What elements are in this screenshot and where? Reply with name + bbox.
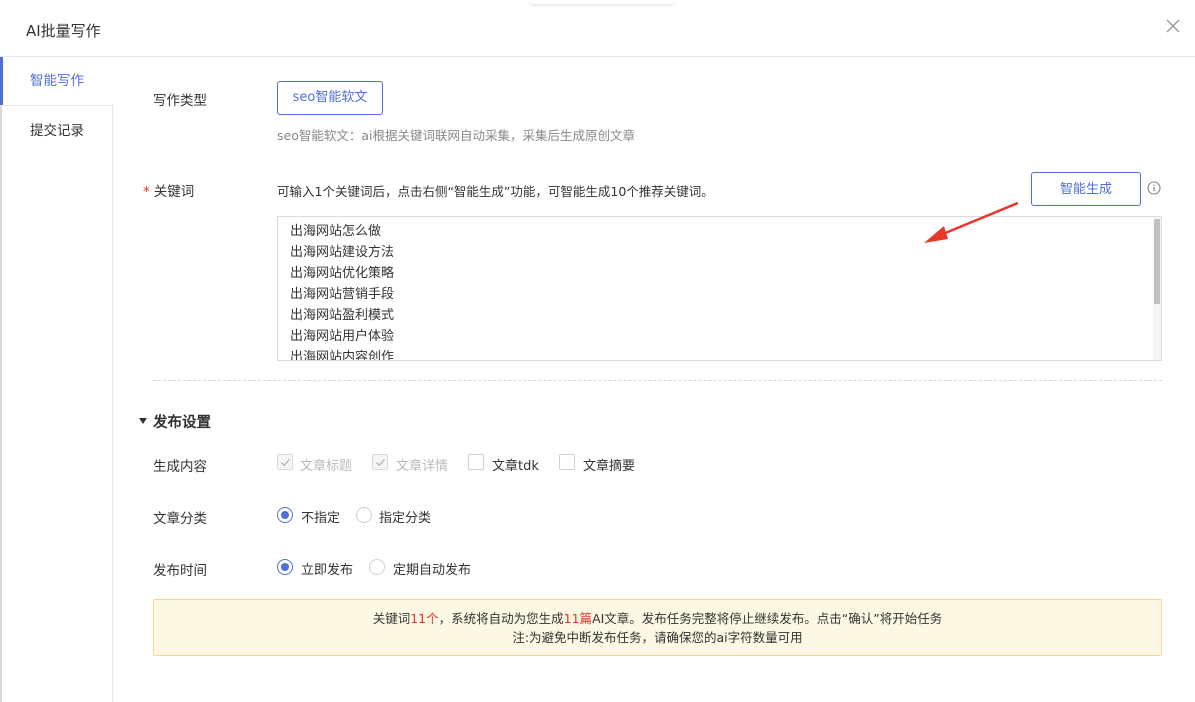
keywords-textarea[interactable]: 出海网站怎么做 出海网站建设方法 出海网站优化策略 出海网站营销手段 出海网站盈…: [277, 216, 1162, 361]
publish-settings-title: 发布设置: [153, 415, 211, 431]
checkbox-label: 文章摘要: [583, 459, 636, 474]
radio-unspecified[interactable]: [277, 507, 293, 523]
seo-article-type-button[interactable]: seo智能软文: [277, 81, 383, 115]
check-icon: [375, 458, 386, 467]
keyword-line: 出海网站内容创作: [290, 350, 395, 361]
keywords-hint: 可输入1个关键词后，点击右侧“智能生成”功能，可智能生成10个推荐关键词。: [277, 184, 714, 199]
notice-line-2: 注:为避免中断发布任务，请确保您的ai字符数量可用: [512, 630, 803, 645]
publish-settings-toggle[interactable]: 发布设置: [139, 411, 211, 432]
checkbox-article-tdk[interactable]: [468, 454, 484, 470]
task-notice: 关键词11个，系统将自动为您生成11篇AI文章。发布任务完整将停止继续发布。点击…: [153, 599, 1162, 656]
close-icon[interactable]: [1165, 18, 1181, 34]
radio-label: 立即发布: [301, 563, 354, 578]
content-label: 生成内容: [153, 459, 207, 475]
checkbox-label: 文章tdk: [492, 459, 539, 474]
keyword-line: 出海网站建设方法: [290, 245, 395, 260]
dialog-title: AI批量写作: [26, 22, 101, 40]
radio-specify-category[interactable]: [356, 507, 372, 523]
checkbox-label: 文章标题: [300, 459, 353, 474]
notice-text: ，系统将自动为您生成: [438, 611, 564, 626]
writing-type-hint: seo智能软文：ai根据关键词联网自动采集，采集后生成原创文章: [277, 128, 635, 143]
category-label: 文章分类: [153, 511, 207, 527]
notice-line-1: 关键词11个，系统将自动为您生成11篇AI文章。发布任务完整将停止继续发布。点击…: [154, 609, 1161, 628]
caret-down-icon: [139, 418, 147, 424]
red-arrow-annotation: [924, 201, 1019, 243]
checkbox-article-title[interactable]: [277, 454, 293, 470]
keywords-list: 出海网站怎么做 出海网站建设方法 出海网站优化策略 出海网站营销手段 出海网站盈…: [278, 217, 1161, 361]
smart-generate-button[interactable]: 智能生成: [1031, 172, 1141, 206]
writing-type-label: 写作类型: [153, 93, 207, 109]
radio-label: 定期自动发布: [393, 563, 472, 578]
radio-scheduled-publish[interactable]: [369, 559, 385, 575]
keyword-line: 出海网站用户体验: [290, 329, 395, 344]
check-icon: [280, 458, 291, 467]
notice-text: AI文章。发布任务完整将停止继续发布。点击“确认”将开始任务: [592, 611, 943, 626]
publish-time-label: 发布时间: [153, 563, 207, 579]
radio-publish-now[interactable]: [277, 559, 293, 575]
keyword-line: 出海网站营销手段: [290, 287, 395, 302]
keyword-line: 出海网站怎么做: [290, 224, 382, 239]
article-count: 11篇: [563, 611, 593, 626]
sidebar-item-smart-writing[interactable]: 智能写作: [0, 57, 113, 105]
notice-text: 关键词: [372, 611, 411, 626]
sidebar: 智能写作 提交记录: [0, 57, 113, 702]
sidebar-item-label: 智能写作: [30, 73, 84, 89]
keywords-label: 关键词: [153, 184, 195, 200]
scrollbar-thumb[interactable]: [1154, 219, 1160, 304]
required-mark: *: [143, 184, 150, 200]
sidebar-item-submit-records[interactable]: 提交记录: [0, 105, 113, 155]
keyword-line: 出海网站盈利模式: [290, 308, 395, 323]
checkbox-article-detail[interactable]: [372, 454, 388, 470]
radio-label: 不指定: [301, 511, 341, 526]
keyword-count: 11个: [410, 611, 439, 626]
checkbox-article-summary[interactable]: [559, 454, 575, 470]
sidebar-item-label: 提交记录: [30, 123, 84, 139]
info-icon[interactable]: [1147, 181, 1161, 195]
keyword-line: 出海网站优化策略: [290, 266, 395, 281]
scrollbar-track[interactable]: [1153, 217, 1161, 360]
keywords-label-wrap: * 关键词: [143, 180, 194, 200]
dialog-header: AI批量写作: [0, 0, 1195, 57]
radio-label: 指定分类: [379, 511, 432, 526]
section-divider: [153, 380, 1162, 381]
main-content: 写作类型 seo智能软文 seo智能软文：ai根据关键词联网自动采集，采集后生成…: [113, 57, 1195, 702]
checkbox-label: 文章详情: [396, 459, 449, 474]
